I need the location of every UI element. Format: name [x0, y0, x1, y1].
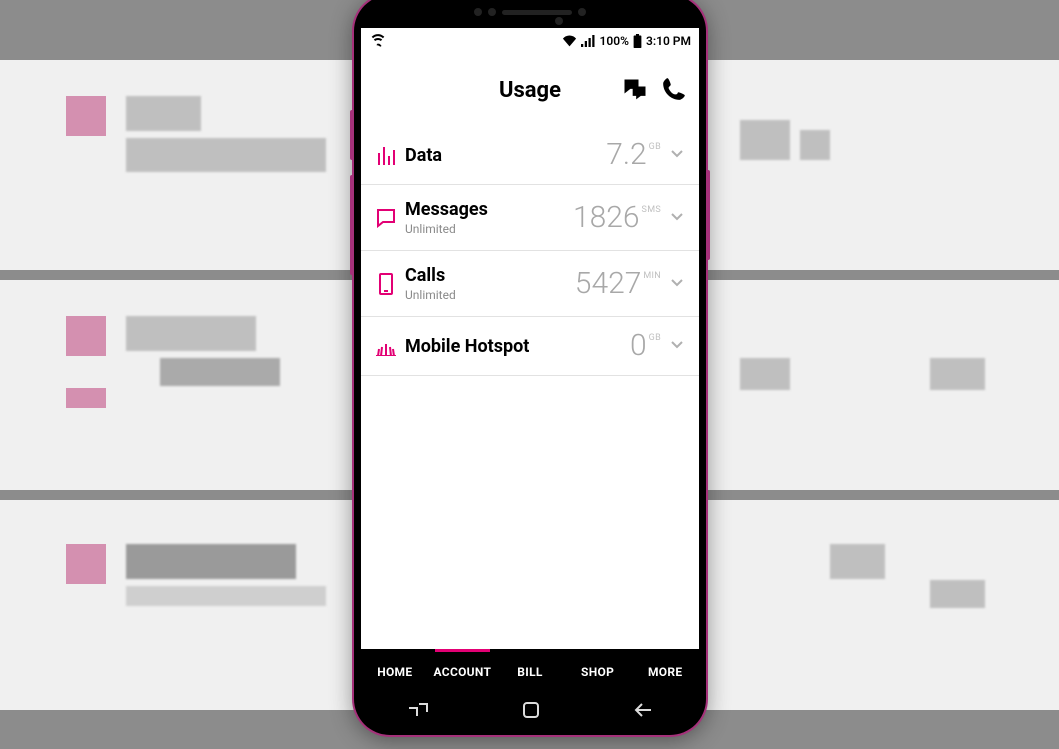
row-value: 7.2	[606, 140, 646, 170]
tab-label: ACCOUNT	[434, 665, 492, 679]
phone-rect-icon	[371, 273, 401, 295]
message-icon	[371, 208, 401, 228]
wifi-icon	[562, 35, 577, 47]
signal-icon	[581, 35, 596, 47]
row-label: Messages	[405, 199, 573, 220]
battery-pct: 100%	[600, 34, 629, 48]
phone-icon[interactable]	[661, 76, 689, 104]
row-unit: MIN	[643, 271, 661, 281]
hotspot-icon	[371, 336, 401, 356]
row-hotspot[interactable]: Mobile Hotspot 0 GB	[361, 317, 699, 376]
tab-label: SHOP	[581, 665, 614, 679]
clock: 3:10 PM	[646, 34, 691, 48]
chevron-down-icon	[669, 336, 685, 356]
android-softkeys	[361, 695, 699, 729]
bars-icon	[371, 145, 401, 165]
row-messages[interactable]: Messages Unlimited 1826 SMS	[361, 185, 699, 251]
row-unit: GB	[649, 333, 661, 343]
row-sub: Unlimited	[405, 222, 573, 236]
tab-label: HOME	[377, 665, 412, 679]
tab-shop[interactable]: SHOP	[564, 649, 632, 695]
row-unit: GB	[649, 142, 661, 152]
tab-label: MORE	[648, 665, 682, 679]
row-data[interactable]: Data 7.2 GB	[361, 126, 699, 185]
usage-list: Data 7.2 GB Messages Unlimi	[361, 126, 699, 649]
row-calls[interactable]: Calls Unlimited 5427 MIN	[361, 251, 699, 317]
back-icon[interactable]	[633, 702, 653, 722]
screen: 100% 3:10 PM Usage	[361, 28, 699, 695]
tab-bill[interactable]: BILL	[496, 649, 564, 695]
row-unit: SMS	[642, 205, 661, 215]
row-value: 1826	[573, 203, 640, 233]
chat-icon[interactable]	[621, 76, 649, 104]
page-title: Usage	[499, 78, 561, 103]
app-header: Usage	[361, 54, 699, 126]
row-label: Calls	[405, 265, 575, 286]
row-sub: Unlimited	[405, 288, 575, 302]
home-icon[interactable]	[522, 701, 540, 723]
row-value: 5427	[575, 269, 642, 299]
battery-icon	[633, 34, 642, 48]
row-label: Data	[405, 145, 606, 166]
row-value: 0	[630, 331, 647, 361]
row-label: Mobile Hotspot	[405, 336, 630, 357]
chevron-down-icon	[669, 145, 685, 165]
status-bar: 100% 3:10 PM	[361, 28, 699, 54]
tab-label: BILL	[517, 665, 542, 679]
chevron-down-icon	[669, 274, 685, 294]
tab-home[interactable]: HOME	[361, 649, 429, 695]
bottom-tabs: HOME ACCOUNT BILL SHOP MORE	[361, 649, 699, 695]
recent-apps-icon[interactable]	[407, 702, 429, 722]
tab-account[interactable]: ACCOUNT	[429, 649, 497, 695]
chevron-down-icon	[669, 208, 685, 228]
tab-more[interactable]: MORE	[631, 649, 699, 695]
phone-frame: 100% 3:10 PM Usage	[354, 0, 706, 735]
wifi-calling-icon	[369, 34, 387, 48]
